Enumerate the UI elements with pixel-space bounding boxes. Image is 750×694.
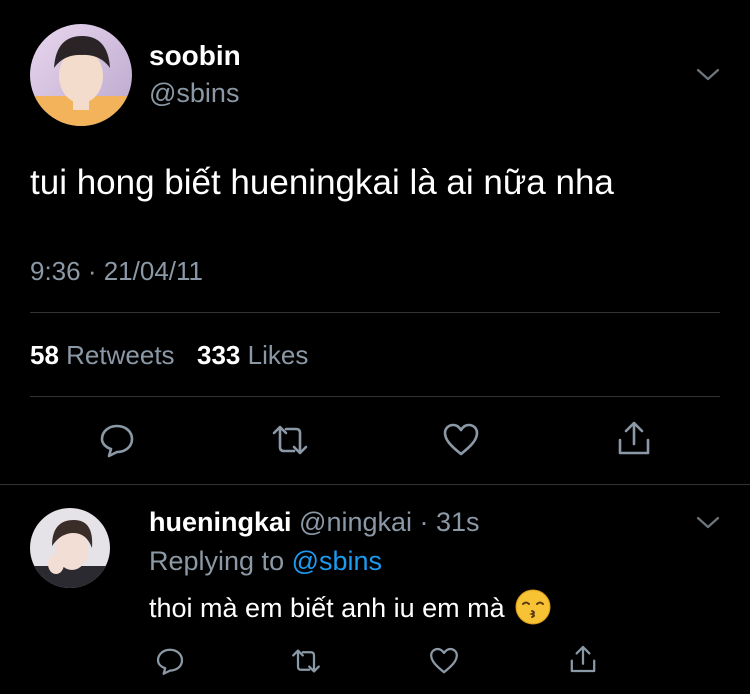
reply-author-handle[interactable]: @ningkai [299, 507, 412, 537]
replying-to: Replying to @sbins [149, 546, 382, 577]
retweets-count[interactable]: 58 [30, 340, 59, 370]
kissing-face-emoji [515, 589, 551, 625]
retweets-label[interactable]: Retweets [66, 340, 174, 370]
reply-author-avatar[interactable] [30, 508, 110, 588]
tweet-text: tui hong biết hueningkai là ai nữa nha [30, 163, 614, 202]
chevron-down-icon[interactable] [696, 67, 720, 83]
author-display-name[interactable]: soobin [149, 40, 241, 72]
divider [30, 396, 720, 397]
reply-author-display-name[interactable]: hueningkai [149, 507, 292, 537]
reply-icon[interactable] [97, 420, 137, 460]
chevron-down-icon[interactable] [696, 515, 720, 531]
author-handle[interactable]: @sbins [149, 78, 239, 109]
reply-text: thoi mà em biết anh iu em mà [149, 593, 505, 624]
reply-time-ago[interactable]: · 31s [420, 507, 480, 537]
likes-label[interactable]: Likes [248, 340, 309, 370]
author-avatar[interactable] [30, 24, 132, 126]
retweet-icon[interactable] [290, 645, 322, 677]
share-icon[interactable] [614, 418, 654, 458]
replying-mention-link[interactable]: @sbins [292, 546, 382, 576]
likes-count[interactable]: 333 [197, 340, 240, 370]
replying-prefix: Replying to [149, 546, 285, 576]
tweet-stats: 58 Retweets 333 Likes [30, 340, 308, 371]
retweet-icon[interactable] [270, 420, 310, 460]
reply-text-line: thoi mà em biết anh iu em mà [149, 589, 551, 628]
reply-icon[interactable] [154, 645, 186, 677]
like-icon[interactable] [441, 420, 481, 460]
tweet-timestamp[interactable]: 9:36 · 21/04/11 [30, 256, 203, 287]
like-icon[interactable] [428, 645, 460, 677]
share-icon[interactable] [567, 643, 599, 675]
divider [0, 484, 750, 485]
reply-header: hueningkai @ningkai · 31s [149, 507, 480, 538]
divider [30, 312, 720, 313]
